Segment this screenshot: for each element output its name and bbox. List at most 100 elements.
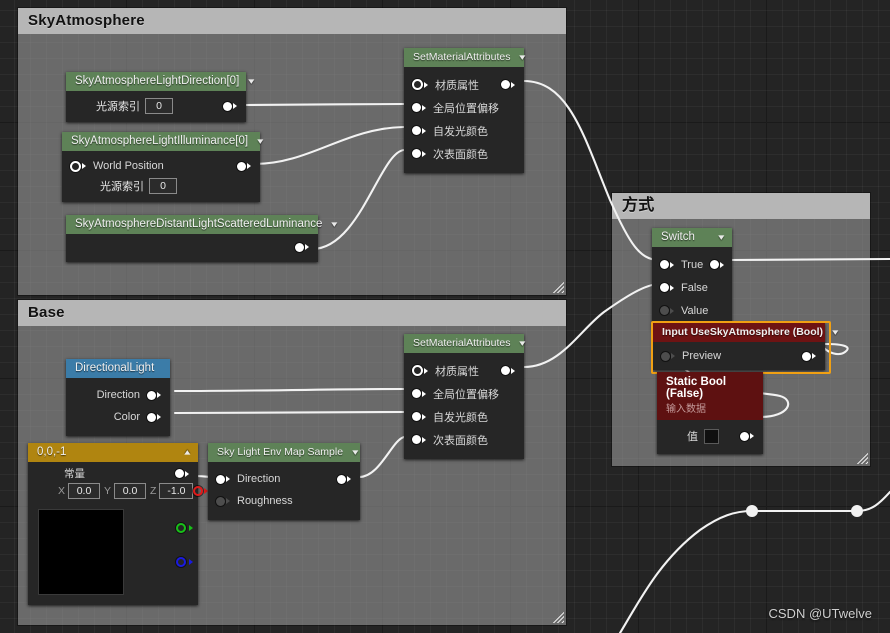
input-pin[interactable] — [216, 496, 230, 506]
pin-row-value[interactable]: Value — [652, 299, 732, 322]
node-header[interactable]: DirectionalLight — [66, 359, 170, 378]
node-header[interactable]: SkyAtmosphereLightDirection[0] ▾ — [66, 72, 255, 91]
node-constant-vector[interactable]: 0,0,-1 ▾ 常量 X 0.0 Y 0.0 Z -1.0 — [28, 443, 209, 605]
input-pin[interactable] — [70, 160, 86, 172]
input-pin[interactable] — [412, 412, 426, 421]
output-pin[interactable] — [147, 412, 161, 422]
chevron-down-icon[interactable]: ▾ — [332, 215, 338, 234]
node-header[interactable]: SkyAtmosphereDistantLightScatteredLumina… — [66, 215, 338, 234]
pin-row-world-position[interactable]: World Position — [62, 156, 260, 176]
chevron-down-icon[interactable]: ▾ — [520, 48, 526, 67]
axis-x-field[interactable]: 0.0 — [68, 483, 101, 499]
input-pin[interactable] — [661, 351, 675, 361]
chevron-down-icon[interactable]: ▾ — [257, 132, 263, 151]
pin-row-material-attributes[interactable]: 材质属性 — [404, 359, 524, 382]
pin-row-direction[interactable]: Direction — [208, 468, 360, 490]
node-set-material-attributes-top[interactable]: SetMaterialAttributes ▾ 材质属性 全局位置偏移 自发光颜… — [404, 48, 526, 173]
input-pin[interactable] — [412, 126, 426, 135]
node-header[interactable]: SkyAtmosphereLightIlluminance[0] ▾ — [62, 132, 263, 151]
pin-row-direction[interactable]: Direction — [66, 384, 170, 406]
pin-row-color[interactable]: Color — [66, 406, 170, 428]
output-pin-b[interactable] — [176, 557, 186, 567]
input-pin[interactable] — [660, 283, 674, 292]
chevron-down-icon[interactable]: ▾ — [248, 72, 254, 91]
pin-row-emissive-color[interactable]: 自发光颜色 — [404, 405, 524, 428]
input-pin[interactable] — [412, 79, 428, 90]
pin-row-true[interactable]: True — [652, 253, 732, 276]
comment-resize-handle[interactable] — [856, 452, 868, 464]
node-switch[interactable]: Switch ▾ True False Value — [652, 228, 732, 330]
output-pin[interactable] — [710, 260, 725, 269]
input-pin[interactable] — [412, 103, 426, 112]
output-pin[interactable] — [802, 351, 816, 361]
chevron-up-icon[interactable]: ▾ — [185, 443, 191, 462]
chevron-down-icon[interactable]: ▾ — [719, 228, 725, 247]
output-pin[interactable] — [223, 101, 237, 111]
axis-z-field[interactable]: -1.0 — [159, 483, 194, 499]
output-pin-g[interactable] — [176, 523, 186, 533]
node-header[interactable]: SetMaterialAttributes ▾ — [404, 334, 526, 353]
pin-row-material-attributes[interactable]: 材质属性 — [404, 73, 524, 96]
axis-y-field[interactable]: 0.0 — [114, 483, 147, 499]
output-pin-rgb[interactable] — [175, 469, 189, 478]
pin-row-world-position-offset[interactable]: 全局位置偏移 — [404, 382, 524, 405]
pin-row-subsurface-color[interactable]: 次表面颜色 — [404, 142, 524, 165]
pin-row-value[interactable]: 值 — [657, 426, 763, 446]
node-sky-atmosphere-light-illuminance[interactable]: SkyAtmosphereLightIlluminance[0] ▾ World… — [62, 132, 263, 202]
light-index-field[interactable]: 0 — [145, 98, 173, 114]
pin-row-emissive-color[interactable]: 自发光颜色 — [404, 119, 524, 142]
pin-row-light-index[interactable]: 光源索引 0 — [66, 96, 246, 116]
output-pin[interactable] — [501, 366, 515, 375]
pin-row-world-position-offset[interactable]: 全局位置偏移 — [404, 96, 524, 119]
input-pin[interactable] — [412, 389, 426, 398]
node-header[interactable]: Switch ▾ — [652, 228, 732, 247]
input-pin[interactable] — [660, 306, 674, 315]
node-sky-light-env-map-sample[interactable]: Sky Light Env Map Sample ▾ Direction Rou… — [208, 443, 360, 520]
constant-axis-row: X 0.0 Y 0.0 Z -1.0 — [28, 481, 209, 501]
input-pin[interactable] — [660, 260, 674, 269]
input-pin[interactable] — [412, 149, 426, 158]
node-header[interactable]: 0,0,-1 ▾ — [28, 443, 198, 462]
pin-row-false[interactable]: False — [652, 276, 732, 299]
pin-row-output[interactable] — [66, 238, 318, 256]
comment-title: Base — [18, 300, 566, 326]
chevron-down-icon[interactable]: ▾ — [520, 334, 526, 353]
pin-row-subsurface-color[interactable]: 次表面颜色 — [404, 428, 524, 451]
output-pin[interactable] — [147, 390, 161, 400]
chevron-down-icon[interactable]: ▾ — [832, 323, 838, 342]
output-pin[interactable] — [337, 474, 351, 484]
node-directional-light[interactable]: DirectionalLight Direction Color — [66, 359, 170, 436]
pin-row-roughness[interactable]: Roughness — [208, 490, 360, 512]
pin-label: 光源索引 — [100, 181, 144, 193]
node-sky-atmosphere-light-direction[interactable]: SkyAtmosphereLightDirection[0] ▾ 光源索引 0 — [66, 72, 255, 122]
output-pin[interactable] — [740, 431, 754, 441]
node-input-use-sky-atmosphere[interactable]: Input UseSkyAtmosphere (Bool) ▾ Preview — [653, 323, 838, 370]
pin-row-light-index[interactable]: 光源索引 0 — [62, 176, 260, 196]
comment-resize-handle[interactable] — [552, 281, 564, 293]
output-pin[interactable] — [501, 80, 515, 89]
value-checkbox[interactable] — [704, 428, 719, 444]
node-header[interactable]: Input UseSkyAtmosphere (Bool) ▾ — [653, 323, 838, 342]
output-pin[interactable] — [295, 242, 309, 252]
node-header[interactable]: Sky Light Env Map Sample ▾ — [208, 443, 360, 462]
node-set-material-attributes-bottom[interactable]: SetMaterialAttributes ▾ 材质属性 全局位置偏移 自发光颜… — [404, 334, 526, 459]
input-pin[interactable] — [412, 435, 426, 444]
input-pin[interactable] — [412, 365, 428, 376]
node-header[interactable]: SetMaterialAttributes ▾ — [404, 48, 526, 67]
node-header[interactable]: Static Bool (False) 输入数据 — [657, 372, 763, 420]
comment-resize-handle[interactable] — [552, 611, 564, 623]
output-pin[interactable] — [237, 161, 251, 171]
watermark: CSDN @UTwelve — [768, 606, 873, 621]
node-sky-atmosphere-distant-light-scattered-luminance[interactable]: SkyAtmosphereDistantLightScatteredLumina… — [66, 215, 338, 262]
axis-y-label: Y — [104, 485, 112, 497]
pin-label: World Position — [93, 160, 164, 172]
pin-row-preview[interactable]: Preview — [653, 346, 825, 366]
light-index-field[interactable]: 0 — [149, 178, 177, 194]
node-static-bool[interactable]: Static Bool (False) 输入数据 值 — [657, 372, 763, 454]
pin-label: 光源索引 — [96, 101, 140, 113]
chevron-down-icon[interactable]: ▾ — [352, 443, 358, 462]
constant-label-row: 常量 — [28, 466, 198, 481]
value-label: 值 — [687, 431, 698, 443]
blueprint-graph-canvas[interactable]: SkyAtmosphere Base 方式 SkyAtmosphereLight… — [0, 0, 890, 633]
input-pin[interactable] — [216, 474, 230, 484]
